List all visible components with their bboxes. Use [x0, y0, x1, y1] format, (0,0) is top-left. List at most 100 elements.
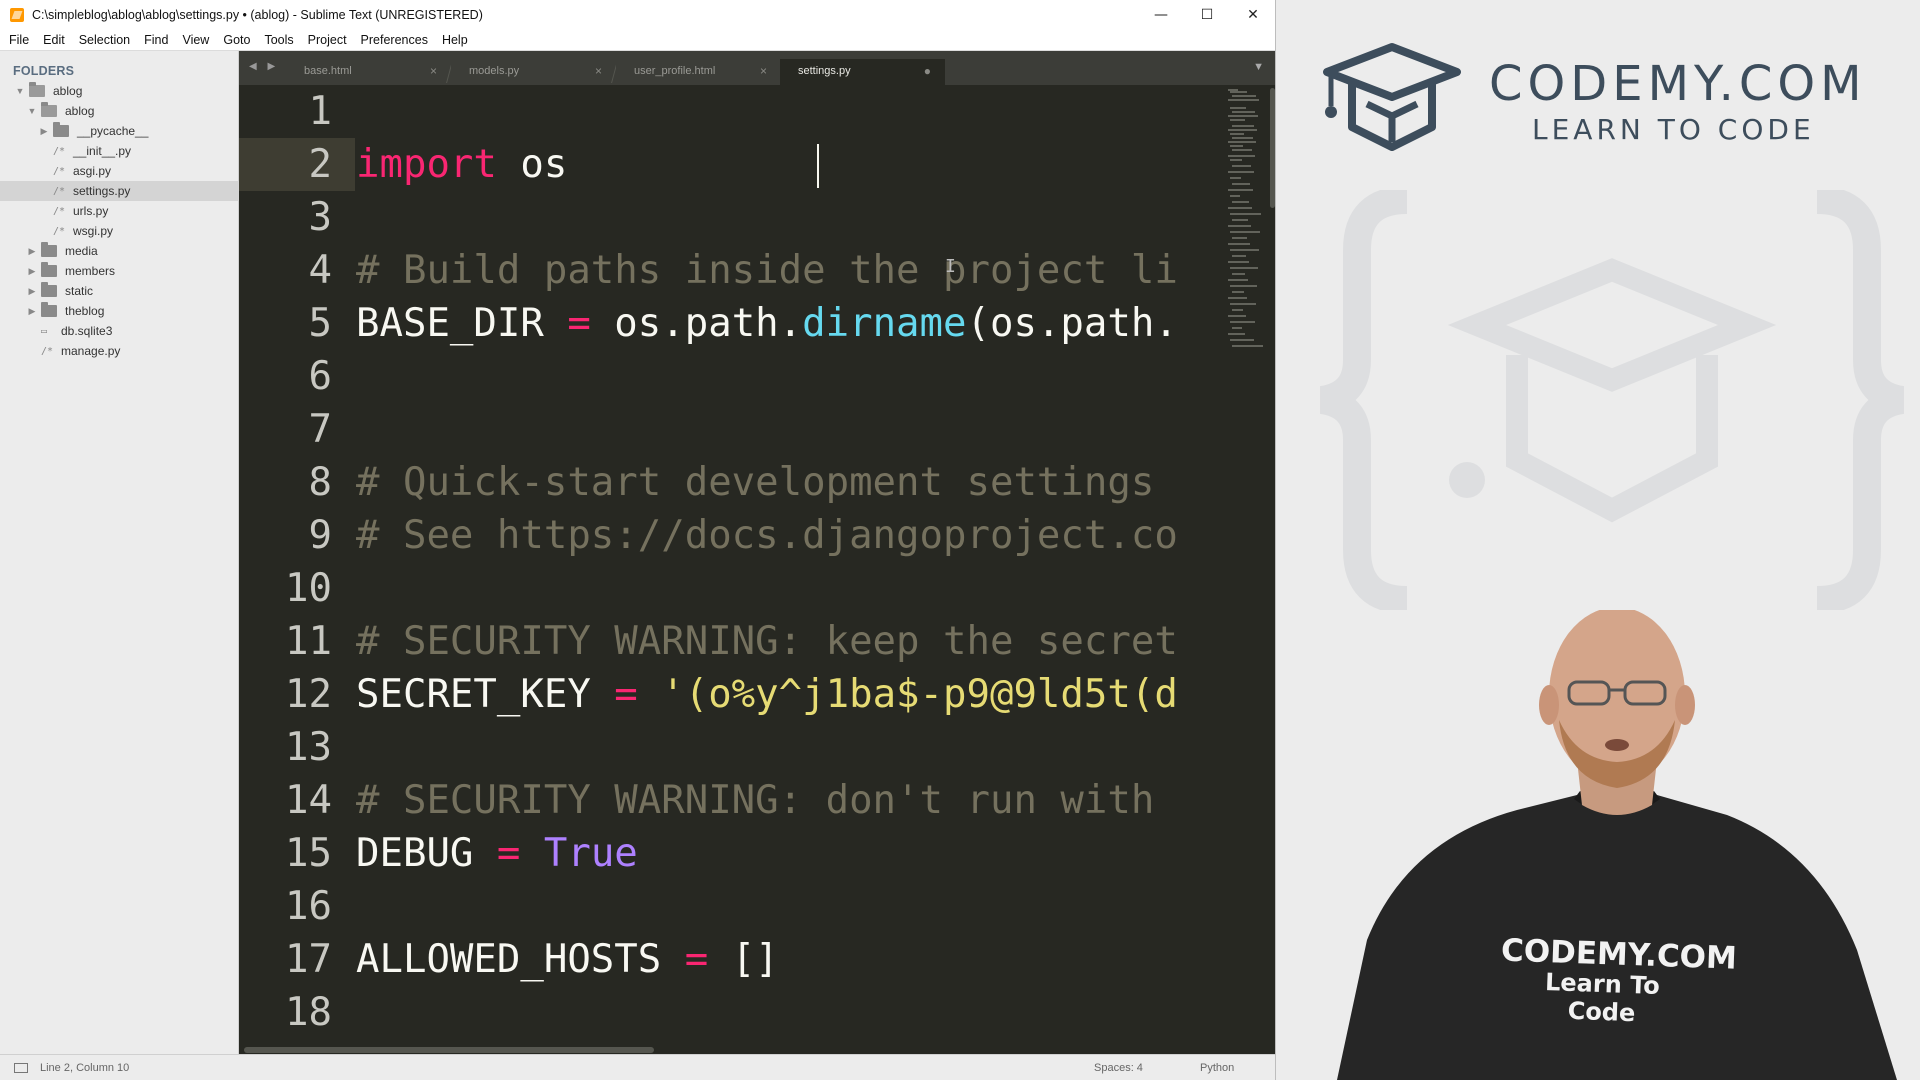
maximize-button[interactable]: ☐	[1184, 0, 1230, 30]
code-line[interactable]: 15 DEBUG = True	[239, 827, 1224, 880]
menu-selection[interactable]: Selection	[72, 33, 137, 47]
menu-edit[interactable]: Edit	[36, 33, 72, 47]
minimap[interactable]	[1224, 85, 1270, 1045]
minimap-line	[1232, 111, 1255, 113]
code-token: # See https://docs.djangoproject.co	[356, 513, 1178, 558]
line-number: 3	[308, 195, 332, 240]
minimap-line	[1230, 195, 1240, 197]
minimap-line	[1230, 159, 1242, 161]
menu-view[interactable]: View	[175, 33, 216, 47]
tree-folder-pycache[interactable]: ▶ __pycache__	[0, 121, 239, 141]
title-bar[interactable]: C:\simpleblog\ablog\ablog\settings.py • …	[0, 0, 1275, 30]
code-line[interactable]: 17 ALLOWED_HOSTS = []	[239, 933, 1224, 986]
code-line[interactable]: 3	[239, 191, 1224, 244]
tree-file-asgi[interactable]: /* asgi.py	[0, 161, 239, 181]
syntax-selector[interactable]: Python	[1200, 1062, 1234, 1074]
tab-label: user_profile.html	[634, 65, 716, 77]
menu-help[interactable]: Help	[435, 33, 475, 47]
tab-close-icon[interactable]: ×	[760, 64, 767, 78]
code-line[interactable]: 2 import os	[239, 138, 1224, 191]
indentation-setting[interactable]: Spaces: 4	[1094, 1062, 1143, 1074]
code-line[interactable]: 13	[239, 721, 1224, 774]
code-token: import	[356, 142, 497, 187]
minimap-line	[1230, 303, 1256, 305]
tree-file-wsgi[interactable]: /* wsgi.py	[0, 221, 239, 241]
close-button[interactable]: ✕	[1230, 0, 1275, 30]
tree-folder-ablog[interactable]: ▼ ablog	[0, 101, 239, 121]
minimap-line	[1230, 107, 1246, 109]
code-line[interactable]: 7	[239, 403, 1224, 456]
code-line[interactable]: 18	[239, 986, 1224, 1039]
database-file-icon: ▭	[41, 325, 48, 337]
tab-nav-arrows-icon[interactable]: ◀ ▶	[249, 61, 279, 72]
code-token: # SECURITY WARNING: keep the secret	[356, 619, 1178, 664]
minimap-line	[1230, 339, 1254, 341]
collapsed-arrow-icon[interactable]: ▶	[27, 246, 37, 256]
brand-name: CODEMY.COM	[1489, 56, 1867, 112]
code-line[interactable]: 14 # SECURITY WARNING: don't run with	[239, 774, 1224, 827]
code-line[interactable]: 9 # See https://docs.djangoproject.co	[239, 509, 1224, 562]
tab-list-dropdown-icon[interactable]: ▼	[1253, 61, 1264, 73]
code-line[interactable]: 12 SECRET_KEY = '(o%y^j1ba$-p9@9ld5t(d	[239, 668, 1224, 721]
tree-folder-members[interactable]: ▶ members	[0, 261, 239, 281]
tab-close-icon[interactable]: ×	[595, 64, 602, 78]
line-number: 7	[308, 407, 332, 452]
minimap-line	[1230, 145, 1243, 147]
sidebar: FOLDERS ▼ ablog ▼ ablog ▶ __pycache__ /*…	[0, 51, 239, 1054]
expanded-arrow-icon[interactable]: ▼	[15, 86, 25, 96]
menu-goto[interactable]: Goto	[216, 33, 257, 47]
tree-file-urls[interactable]: /* urls.py	[0, 201, 239, 221]
menu-preferences[interactable]: Preferences	[354, 33, 435, 47]
minimize-button[interactable]: —	[1138, 0, 1184, 30]
code-editor[interactable]: 18 17 ALLOWED_HOSTS = [] 16 15 DEBUG = True 14…	[239, 85, 1224, 1045]
code-token: BASE_DIR	[356, 301, 568, 346]
tree-folder-media[interactable]: ▶ media	[0, 241, 239, 261]
menu-tools[interactable]: Tools	[257, 33, 300, 47]
code-line[interactable]: 11 # SECURITY WARNING: keep the secret	[239, 615, 1224, 668]
tree-folder-static[interactable]: ▶ static	[0, 281, 239, 301]
tab-base-html[interactable]: base.html ×	[286, 59, 451, 85]
tree-folder-theblog[interactable]: ▶ theblog	[0, 301, 239, 321]
code-line[interactable]: 1	[239, 85, 1224, 138]
folder-open-icon	[29, 82, 45, 97]
code-line[interactable]: 10	[239, 562, 1224, 615]
brand-tagline: LEARN TO CODE	[1532, 113, 1815, 146]
tree-folder-ablog-root[interactable]: ▼ ablog	[0, 81, 239, 101]
collapsed-arrow-icon[interactable]: ▶	[27, 266, 37, 276]
line-number: 8	[308, 460, 332, 505]
unsaved-dot-icon[interactable]: ●	[924, 64, 931, 78]
tab-models-py[interactable]: models.py ×	[451, 59, 616, 85]
minimap-line	[1228, 115, 1258, 117]
menu-find[interactable]: Find	[137, 33, 175, 47]
code-line[interactable]: 4 # Build paths inside the project li	[239, 244, 1224, 297]
code-line[interactable]: 16	[239, 880, 1224, 933]
tree-file-manage[interactable]: /* manage.py	[0, 341, 239, 361]
line-number: 1	[308, 89, 332, 134]
menu-project[interactable]: Project	[301, 33, 354, 47]
panel-toggle-icon[interactable]	[14, 1063, 28, 1073]
code-token: # SECURITY WARNING: don't run with	[356, 778, 1155, 823]
collapsed-arrow-icon[interactable]: ▶	[27, 286, 37, 296]
menu-file[interactable]: File	[2, 33, 36, 47]
collapsed-arrow-icon[interactable]: ▶	[27, 306, 37, 316]
vertical-scrollbar[interactable]	[1270, 88, 1275, 208]
tree-file-init[interactable]: /* __init__.py	[0, 141, 239, 161]
tree-file-db[interactable]: ▭ db.sqlite3	[0, 321, 239, 341]
minimap-line	[1230, 177, 1241, 179]
minimap-line	[1230, 213, 1261, 215]
collapsed-arrow-icon[interactable]: ▶	[39, 126, 49, 136]
tree-file-settings[interactable]: /* settings.py	[0, 181, 239, 201]
code-text: # Quick-start development settings	[356, 456, 1154, 509]
tab-close-icon[interactable]: ×	[430, 64, 437, 78]
tab-user-profile-html[interactable]: user_profile.html ×	[616, 59, 781, 85]
code-line[interactable]: 8 # Quick-start development settings	[239, 456, 1224, 509]
tab-settings-py[interactable]: settings.py ●	[780, 59, 945, 85]
code-line[interactable]: 5 BASE_DIR = os.path.dirname(os.path.	[239, 297, 1224, 350]
shirt-tagline: Learn To Code	[1544, 968, 1661, 1028]
code-token: os	[496, 142, 568, 187]
expanded-arrow-icon[interactable]: ▼	[27, 106, 37, 116]
minimap-line	[1228, 171, 1254, 173]
code-token: =	[567, 301, 591, 346]
horizontal-scrollbar[interactable]	[244, 1047, 654, 1053]
code-line[interactable]: 6	[239, 350, 1224, 403]
